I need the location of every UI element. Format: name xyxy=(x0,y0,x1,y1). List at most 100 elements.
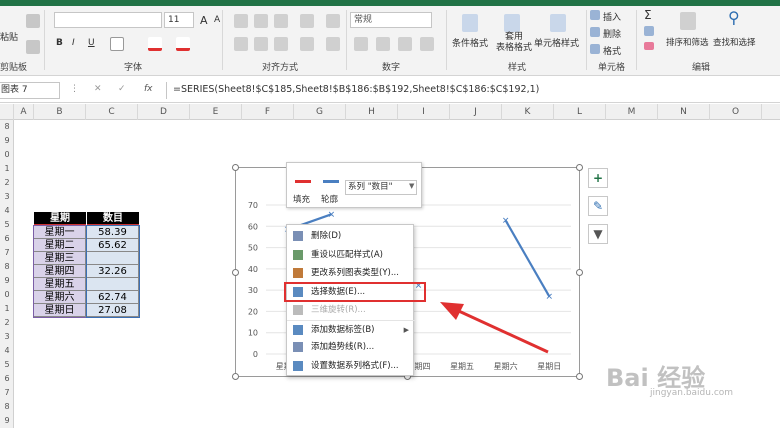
autosum-icon[interactable]: Σ xyxy=(644,8,652,22)
table-format-icon[interactable] xyxy=(504,14,520,32)
insert-icon[interactable] xyxy=(590,10,600,20)
row-header[interactable]: 2 xyxy=(0,316,14,330)
row-header[interactable]: 8 xyxy=(0,120,14,134)
resize-handle[interactable] xyxy=(232,269,239,276)
outline-button[interactable]: 轮廓 xyxy=(321,193,338,205)
font-name-select[interactable] xyxy=(54,12,162,28)
name-box[interactable]: 图表 7 xyxy=(0,82,60,99)
merge-center-icon[interactable] xyxy=(326,37,340,51)
filter-icon[interactable]: ▼ xyxy=(588,224,608,244)
cell-style-button[interactable]: 单元格样式 xyxy=(534,36,579,49)
pen-icon[interactable] xyxy=(323,167,339,183)
column-header-E[interactable]: E xyxy=(190,104,242,120)
context-menu-item[interactable]: 添加数据标签(B) ▶ xyxy=(287,319,415,338)
row-header[interactable]: 9 xyxy=(0,134,14,148)
row-header[interactable]: 7 xyxy=(0,386,14,400)
delete-button[interactable]: 删除 xyxy=(603,27,621,40)
comma-icon[interactable] xyxy=(398,37,412,51)
font-color-icon[interactable] xyxy=(176,37,190,51)
row-header[interactable]: 3 xyxy=(0,330,14,344)
number-format-select[interactable]: 常规 xyxy=(350,12,432,28)
indent-icon[interactable] xyxy=(300,37,314,51)
cancel-icon[interactable]: ✕ xyxy=(94,84,102,94)
data-point-marker[interactable]: ✕ xyxy=(502,216,510,226)
sort-filter-button[interactable]: 排序和筛选 xyxy=(666,36,709,48)
context-menu-item[interactable]: 设置数据系列格式(F)... xyxy=(287,357,415,375)
resize-handle[interactable] xyxy=(232,164,239,171)
cut-icon[interactable] xyxy=(26,14,40,28)
row-header[interactable]: 0 xyxy=(0,148,14,162)
context-menu-item[interactable]: 更改系列图表类型(Y)... xyxy=(287,264,415,282)
insert-button[interactable]: 插入 xyxy=(603,10,621,23)
font-grow-button[interactable]: A xyxy=(200,14,208,27)
resize-handle[interactable] xyxy=(576,373,583,380)
conditional-format-icon[interactable] xyxy=(462,14,478,32)
format-icon[interactable] xyxy=(590,44,600,54)
column-header-K[interactable]: K xyxy=(502,104,554,120)
row-header[interactable]: 9 xyxy=(0,274,14,288)
row-header[interactable]: 1 xyxy=(0,302,14,316)
delete-icon[interactable] xyxy=(590,27,600,37)
row-header[interactable]: 3 xyxy=(0,190,14,204)
column-header-O[interactable]: O xyxy=(710,104,762,120)
row-header[interactable]: 2 xyxy=(0,176,14,190)
row-header[interactable]: 9 xyxy=(0,414,14,428)
wrap-text-icon[interactable] xyxy=(326,14,340,28)
series-select[interactable]: 系列 "数目" xyxy=(345,180,417,195)
column-header-A[interactable]: A xyxy=(14,104,34,120)
sort-filter-icon[interactable] xyxy=(680,12,696,30)
cell-style-icon[interactable] xyxy=(550,14,566,32)
column-header-M[interactable]: M xyxy=(606,104,658,120)
column-header-G[interactable]: G xyxy=(294,104,346,120)
align-center-icon[interactable] xyxy=(254,37,268,51)
confirm-icon[interactable]: ✓ xyxy=(118,84,126,94)
format-button[interactable]: 格式 xyxy=(603,44,621,57)
fill-color-icon[interactable] xyxy=(148,37,162,51)
percent-icon[interactable] xyxy=(376,37,390,51)
align-middle-icon[interactable] xyxy=(254,14,268,28)
context-menu-item[interactable]: 添加趋势线(R)... xyxy=(287,338,415,356)
row-header[interactable]: 6 xyxy=(0,372,14,386)
align-right-icon[interactable] xyxy=(274,37,288,51)
row-header[interactable]: 4 xyxy=(0,204,14,218)
currency-icon[interactable] xyxy=(354,37,368,51)
brush-icon[interactable]: ✎ xyxy=(588,196,608,216)
column-header-B[interactable]: B xyxy=(34,104,86,120)
paste-label[interactable]: 粘贴 xyxy=(0,30,18,43)
row-header[interactable]: 1 xyxy=(0,162,14,176)
row-header[interactable]: 5 xyxy=(0,358,14,372)
orientation-icon[interactable] xyxy=(300,14,314,28)
row-header[interactable]: 7 xyxy=(0,246,14,260)
fill-button[interactable]: 填充 xyxy=(293,193,310,205)
align-left-icon[interactable] xyxy=(234,37,248,51)
plus-icon[interactable]: + xyxy=(588,168,608,188)
column-header-I[interactable]: I xyxy=(398,104,450,120)
insert-function-icon[interactable]: fx xyxy=(144,84,153,94)
paint-bucket-icon[interactable] xyxy=(295,167,311,183)
format-painter-icon[interactable] xyxy=(26,40,40,54)
find-select-button[interactable]: 查找和选择 xyxy=(713,36,756,48)
fill-down-icon[interactable] xyxy=(644,26,654,36)
row-header[interactable]: 4 xyxy=(0,344,14,358)
data-point-marker[interactable]: ✕ xyxy=(328,210,336,220)
underline-button[interactable]: U xyxy=(88,38,95,48)
series-line-segment[interactable] xyxy=(504,219,551,297)
align-bottom-icon[interactable] xyxy=(274,14,288,28)
border-icon[interactable] xyxy=(110,37,124,51)
table-header-cell[interactable]: 数目 xyxy=(87,212,139,225)
search-icon[interactable]: ⚲ xyxy=(728,8,740,27)
table-header-cell[interactable]: 星期 xyxy=(34,212,86,225)
column-header-H[interactable]: H xyxy=(346,104,398,120)
row-header[interactable]: 8 xyxy=(0,400,14,414)
align-top-icon[interactable] xyxy=(234,14,248,28)
column-header-N[interactable]: N xyxy=(658,104,710,120)
font-shrink-button[interactable]: A xyxy=(214,15,220,25)
resize-handle[interactable] xyxy=(576,269,583,276)
table-format-button[interactable]: 套用 表格格式 xyxy=(496,32,532,54)
context-menu-item[interactable]: 重设以匹配样式(A) xyxy=(287,246,415,264)
column-header-L[interactable]: L xyxy=(554,104,606,120)
context-menu-item[interactable]: 三维旋转(R)... xyxy=(287,301,415,319)
clear-icon[interactable] xyxy=(644,42,654,50)
chevron-down-icon[interactable]: ▼ xyxy=(409,182,414,190)
context-menu-item[interactable]: 删除(D) xyxy=(287,227,415,245)
